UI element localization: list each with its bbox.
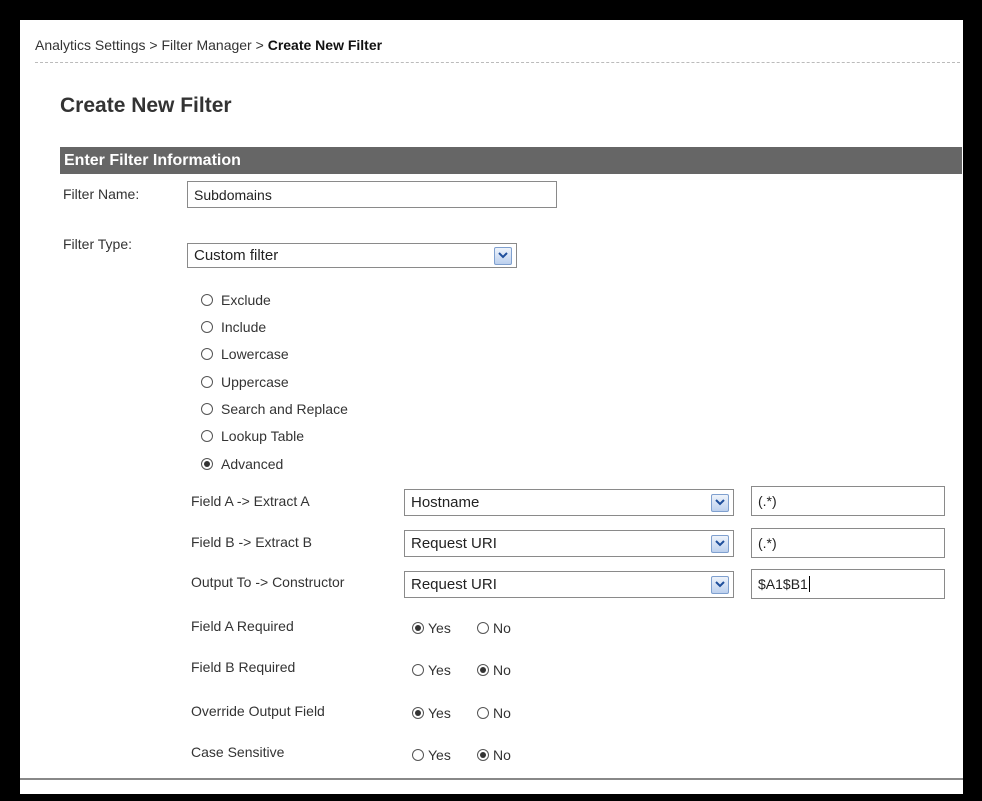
radio-option-lookup-table[interactable]: Lookup Table bbox=[201, 428, 304, 444]
radio-icon[interactable] bbox=[412, 664, 424, 676]
radio-option-uppercase[interactable]: Uppercase bbox=[201, 374, 289, 390]
radio-label: Yes bbox=[428, 662, 451, 678]
filter-type-value: Custom filter bbox=[194, 247, 279, 264]
radio-option-advanced[interactable]: Advanced bbox=[201, 456, 283, 472]
radio-label: Lowercase bbox=[221, 346, 289, 362]
extract-b-input[interactable]: (.*) bbox=[751, 528, 945, 558]
breadcrumb-separator: > bbox=[149, 37, 158, 53]
filter-editor-panel: Analytics Settings > Filter Manager > Cr… bbox=[20, 20, 963, 794]
radio-icon[interactable] bbox=[412, 749, 424, 761]
field-b-value: Request URI bbox=[411, 535, 497, 552]
radio-icon[interactable] bbox=[201, 403, 213, 415]
text-cursor bbox=[808, 576, 810, 592]
output-to-label: Output To -> Constructor bbox=[191, 574, 345, 590]
radio-option-lowercase[interactable]: Lowercase bbox=[201, 346, 289, 362]
radio-label: No bbox=[493, 662, 511, 678]
breadcrumb-current: Create New Filter bbox=[267, 37, 383, 53]
radio-option-exclude[interactable]: Exclude bbox=[201, 292, 271, 308]
radio-option-include[interactable]: Include bbox=[201, 319, 266, 335]
breadcrumb-analytics-settings[interactable]: Analytics Settings bbox=[35, 37, 146, 53]
chevron-down-icon[interactable] bbox=[711, 493, 729, 512]
field-b-required-no[interactable]: No bbox=[477, 662, 511, 678]
radio-label: Uppercase bbox=[221, 374, 289, 390]
field-a-select[interactable]: Hostname bbox=[404, 489, 734, 516]
field-b-select[interactable]: Request URI bbox=[404, 530, 734, 557]
radio-icon[interactable] bbox=[477, 622, 489, 634]
case-sensitive-no[interactable]: No bbox=[477, 747, 511, 763]
radio-label: Yes bbox=[428, 705, 451, 721]
output-to-select[interactable]: Request URI bbox=[404, 571, 734, 598]
radio-label: Search and Replace bbox=[221, 401, 348, 417]
constructor-value: $A1$B1 bbox=[758, 576, 808, 592]
radio-label: Include bbox=[221, 319, 267, 335]
filter-name-input[interactable]: Subdomains bbox=[187, 181, 557, 208]
radio-icon[interactable] bbox=[412, 707, 424, 719]
field-b-required-label: Field B Required bbox=[191, 659, 296, 675]
radio-label: No bbox=[493, 747, 511, 763]
page-title: Create New Filter bbox=[60, 94, 232, 117]
radio-label: Lookup Table bbox=[221, 428, 305, 444]
extract-b-value: (.*) bbox=[758, 535, 777, 551]
radio-icon[interactable] bbox=[412, 622, 424, 634]
breadcrumb-divider bbox=[35, 62, 960, 63]
override-output-label: Override Output Field bbox=[191, 703, 325, 719]
radio-label: Exclude bbox=[221, 292, 271, 308]
override-output-yes[interactable]: Yes bbox=[412, 705, 451, 721]
extract-a-input[interactable]: (.*) bbox=[751, 486, 945, 516]
radio-icon[interactable] bbox=[477, 749, 489, 761]
radio-icon[interactable] bbox=[201, 430, 213, 442]
field-a-required-no[interactable]: No bbox=[477, 620, 511, 636]
extract-a-value: (.*) bbox=[758, 493, 777, 509]
output-to-value: Request URI bbox=[411, 576, 497, 593]
radio-icon[interactable] bbox=[201, 321, 213, 333]
radio-icon[interactable] bbox=[201, 458, 213, 470]
chevron-down-icon[interactable] bbox=[494, 246, 512, 265]
bottom-divider bbox=[20, 778, 963, 780]
radio-option-search-and-replace[interactable]: Search and Replace bbox=[201, 401, 348, 417]
field-b-required-yes[interactable]: Yes bbox=[412, 662, 451, 678]
radio-icon[interactable] bbox=[201, 348, 213, 360]
field-a-required-yes[interactable]: Yes bbox=[412, 620, 451, 636]
filter-type-select[interactable]: Custom filter bbox=[187, 243, 517, 268]
case-sensitive-label: Case Sensitive bbox=[191, 744, 285, 760]
breadcrumb-separator: > bbox=[255, 37, 264, 53]
radio-label: Advanced bbox=[221, 456, 284, 472]
breadcrumb-filter-manager[interactable]: Filter Manager bbox=[161, 37, 251, 53]
chevron-down-icon[interactable] bbox=[711, 575, 729, 594]
filter-type-label: Filter Type: bbox=[63, 236, 132, 252]
radio-icon[interactable] bbox=[477, 664, 489, 676]
radio-label: Yes bbox=[428, 747, 451, 763]
field-b-label: Field B -> Extract B bbox=[191, 534, 312, 550]
filter-name-value: Subdomains bbox=[194, 186, 272, 203]
field-a-value: Hostname bbox=[411, 494, 480, 511]
radio-label: Yes bbox=[428, 620, 451, 636]
radio-icon[interactable] bbox=[201, 294, 213, 306]
breadcrumb: Analytics Settings > Filter Manager > Cr… bbox=[35, 37, 382, 53]
radio-label: No bbox=[493, 620, 511, 636]
radio-label: No bbox=[493, 705, 511, 721]
override-output-no[interactable]: No bbox=[477, 705, 511, 721]
field-a-label: Field A -> Extract A bbox=[191, 493, 310, 509]
section-header: Enter Filter Information bbox=[60, 147, 962, 174]
radio-icon[interactable] bbox=[201, 376, 213, 388]
constructor-input[interactable]: $A1$B1 bbox=[751, 569, 945, 599]
filter-name-label: Filter Name: bbox=[63, 186, 140, 202]
field-a-required-label: Field A Required bbox=[191, 618, 294, 634]
chevron-down-icon[interactable] bbox=[711, 534, 729, 553]
radio-icon[interactable] bbox=[477, 707, 489, 719]
case-sensitive-yes[interactable]: Yes bbox=[412, 747, 451, 763]
